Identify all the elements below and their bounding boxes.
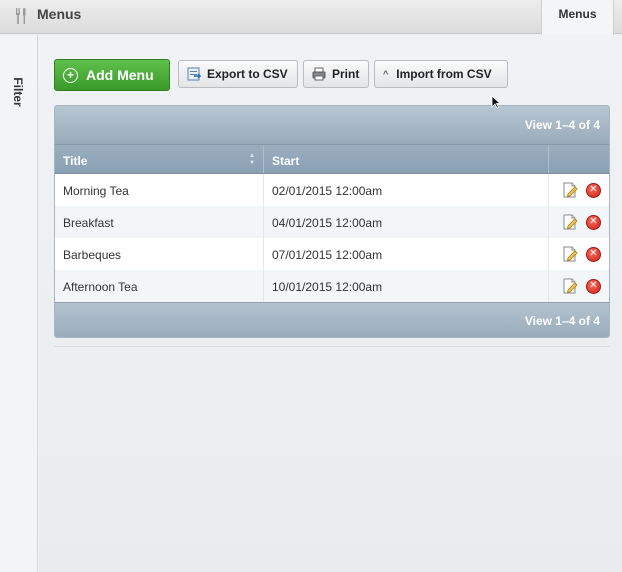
export-csv-button[interactable]: Export to CSV	[178, 60, 298, 88]
column-header-start[interactable]: Start	[264, 145, 549, 173]
table-row[interactable]: Afternoon Tea 10/01/2015 12:00am ✕	[55, 270, 609, 302]
export-label: Export to CSV	[207, 67, 288, 81]
table-row[interactable]: Breakfast 04/01/2015 12:00am ✕	[55, 206, 609, 238]
filter-label[interactable]: Filter	[11, 76, 25, 108]
column-title-label: Title	[63, 154, 88, 168]
row-actions: ✕	[549, 270, 609, 302]
row-actions: ✕	[549, 174, 609, 206]
row-actions: ✕	[549, 206, 609, 238]
row-title: Afternoon Tea	[55, 270, 264, 302]
table-body: Morning Tea 02/01/2015 12:00am ✕ Breakfa…	[55, 174, 609, 302]
fork-icon	[16, 8, 26, 24]
printer-icon	[312, 67, 326, 81]
row-title: Barbeques	[55, 238, 264, 270]
plus-circle-icon: +	[63, 67, 78, 83]
edit-icon[interactable]	[562, 246, 578, 262]
edit-icon[interactable]	[562, 278, 578, 294]
table-header: Title ▲ ▼ Start	[55, 144, 609, 174]
filter-panel[interactable]: Filter	[0, 35, 38, 572]
grid-pager-top: View 1–4 of 4	[55, 106, 609, 144]
delete-icon[interactable]: ✕	[586, 182, 601, 198]
row-start: 07/01/2015 12:00am	[264, 238, 549, 270]
table-row[interactable]: Morning Tea 02/01/2015 12:00am ✕	[55, 174, 609, 206]
add-menu-button[interactable]: + Add Menu	[54, 59, 170, 91]
view-count-bottom: View 1–4 of 4	[524, 314, 600, 328]
column-header-title[interactable]: Title ▲ ▼	[55, 145, 264, 173]
sort-icon: ▲ ▼	[249, 153, 255, 166]
row-title: Morning Tea	[55, 174, 264, 206]
menus-table: View 1–4 of 4 Title ▲ ▼ Start Morning Tea…	[54, 105, 610, 338]
print-label: Print	[332, 67, 360, 81]
import-csv-button[interactable]: ^ Import from CSV	[374, 60, 508, 88]
row-start: 04/01/2015 12:00am	[264, 206, 549, 238]
mouse-pointer-icon	[491, 95, 501, 109]
delete-icon[interactable]: ✕	[586, 246, 601, 262]
column-start-label: Start	[272, 154, 300, 168]
edit-icon[interactable]	[562, 214, 578, 230]
edit-icon[interactable]	[562, 182, 578, 198]
import-label: Import from CSV	[396, 67, 492, 81]
row-start: 02/01/2015 12:00am	[264, 174, 549, 206]
row-actions: ✕	[549, 238, 609, 270]
view-count-top: View 1–4 of 4	[524, 118, 600, 132]
delete-icon[interactable]: ✕	[586, 278, 601, 294]
divider	[54, 346, 610, 347]
header-bar: Menus Menus	[0, 0, 622, 35]
column-header-actions	[549, 145, 609, 173]
page-title: Menus	[37, 6, 82, 22]
add-menu-label: Add Menu	[86, 67, 154, 83]
export-icon	[187, 67, 201, 81]
print-button[interactable]: Print	[303, 60, 369, 88]
table-row[interactable]: Barbeques 07/01/2015 12:00am ✕	[55, 238, 609, 270]
tab-menus[interactable]: Menus	[541, 0, 614, 35]
main-content: + Add Menu Export to CSV Print ^ Import …	[39, 35, 622, 572]
delete-icon[interactable]: ✕	[586, 214, 601, 230]
chevron-up-icon: ^	[383, 69, 389, 79]
row-start: 10/01/2015 12:00am	[264, 270, 549, 302]
grid-pager-bottom: View 1–4 of 4	[55, 302, 609, 337]
row-title: Breakfast	[55, 206, 264, 238]
